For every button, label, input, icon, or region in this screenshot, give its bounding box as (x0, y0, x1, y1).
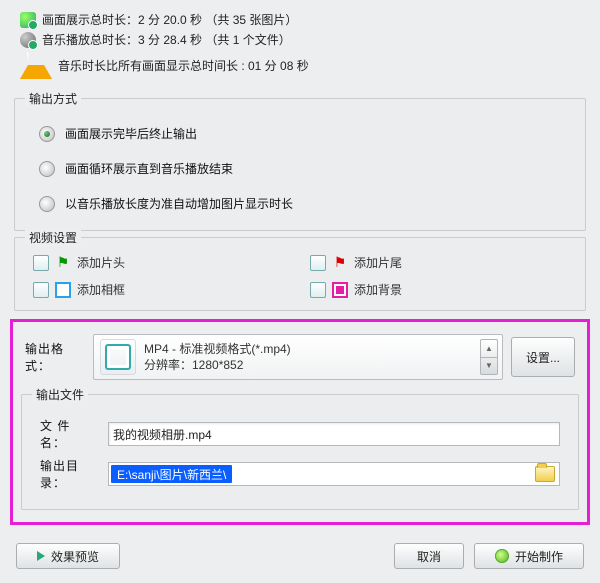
output-dir-input[interactable]: E:\sanji\图片\新西兰\ (108, 462, 560, 486)
gear-icon (495, 549, 509, 563)
radio-label: 画面展示完毕后终止输出 (65, 125, 197, 142)
bottom-button-bar: 效果预览 取消 开始制作 (0, 537, 600, 583)
settings-button-label: 设置... (526, 349, 560, 366)
add-head-option[interactable]: ⚑ 添加片头 (33, 254, 290, 271)
checkbox-icon (310, 282, 326, 298)
music-duration-text: 音乐播放总时长：3 分 28.4 秒 （共 1 个文件） (42, 31, 291, 48)
warning-icon (20, 49, 52, 79)
start-button-label: 开始制作 (515, 548, 563, 565)
radio-icon (39, 161, 55, 177)
filename-input[interactable] (108, 422, 560, 446)
start-button[interactable]: 开始制作 (474, 543, 584, 569)
output-mode-legend: 输出方式 (25, 90, 81, 107)
output-file-group: 输出文件 文 件 名： 输出目录： E:\sanji\图片\新西兰\ (21, 394, 579, 510)
preview-button-label: 效果预览 (51, 548, 99, 565)
radio-label: 以音乐播放长度为准自动增加图片显示时长 (65, 195, 293, 212)
output-mode-option-1[interactable]: 画面循环展示直到音乐播放结束 (39, 160, 567, 177)
chevron-up-icon: ▲ (481, 340, 497, 358)
background-icon (332, 282, 348, 298)
image-stack-icon (20, 12, 36, 28)
radio-label: 画面循环展示直到音乐播放结束 (65, 160, 233, 177)
add-tail-option[interactable]: ⚑ 添加片尾 (310, 254, 567, 271)
format-spinner[interactable]: ▲ ▼ (480, 339, 498, 375)
output-mode-option-2[interactable]: 以音乐播放长度为准自动增加图片显示时长 (39, 195, 567, 212)
radio-icon (39, 126, 55, 142)
play-icon (37, 551, 45, 561)
music-duration-line: 音乐播放总时长：3 分 28.4 秒 （共 1 个文件） (20, 31, 580, 48)
checkbox-icon (33, 282, 49, 298)
add-bg-label: 添加背景 (354, 281, 402, 298)
format-settings-button[interactable]: 设置... (511, 337, 575, 377)
format-line1: MP4 - 标准视频格式(*.mp4) (144, 341, 291, 357)
chevron-down-icon: ▼ (481, 358, 497, 375)
duration-warning-line: 音乐时长比所有画面显示总时间长 : 01 分 08 秒 (20, 51, 580, 79)
output-dir-label: 输出目录： (40, 457, 100, 491)
add-bg-option[interactable]: 添加背景 (310, 281, 567, 298)
output-dir-row: 输出目录： E:\sanji\图片\新西兰\ (40, 457, 560, 491)
checkbox-icon (33, 255, 49, 271)
mp4-format-icon (100, 339, 136, 375)
frame-icon (55, 282, 71, 298)
output-file-legend: 输出文件 (32, 386, 88, 403)
music-icon (20, 32, 36, 48)
output-format-label: 输出格式： (25, 340, 85, 374)
add-frame-option[interactable]: 添加相框 (33, 281, 290, 298)
display-duration-line: 画面展示总时长：2 分 20.0 秒 （共 35 张图片） (20, 11, 580, 28)
flag-green-icon: ⚑ (55, 255, 71, 271)
display-duration-text: 画面展示总时长：2 分 20.0 秒 （共 35 张图片） (42, 11, 297, 28)
summary-info: 画面展示总时长：2 分 20.0 秒 （共 35 张图片） 音乐播放总时长：3 … (0, 0, 600, 92)
format-line2: 分辨率：1280*852 (144, 357, 291, 373)
checkbox-icon (310, 255, 326, 271)
video-settings-group: 视频设置 ⚑ 添加片头 ⚑ 添加片尾 添加相框 添加背景 (14, 237, 586, 311)
add-head-label: 添加片头 (77, 254, 125, 271)
radio-icon (39, 196, 55, 212)
filename-label: 文 件 名： (40, 417, 100, 451)
output-format-selector[interactable]: MP4 - 标准视频格式(*.mp4) 分辨率：1280*852 ▲ ▼ (93, 334, 503, 380)
output-format-row: 输出格式： MP4 - 标准视频格式(*.mp4) 分辨率：1280*852 ▲… (25, 334, 575, 380)
cancel-button-label: 取消 (417, 548, 441, 565)
output-mode-group: 输出方式 画面展示完毕后终止输出 画面循环展示直到音乐播放结束 以音乐播放长度为… (14, 98, 586, 231)
preview-button[interactable]: 效果预览 (16, 543, 120, 569)
filename-row: 文 件 名： (40, 417, 560, 451)
cancel-button[interactable]: 取消 (394, 543, 464, 569)
video-settings-legend: 视频设置 (25, 229, 81, 246)
add-tail-label: 添加片尾 (354, 254, 402, 271)
duration-warning-text: 音乐时长比所有画面显示总时间长 : 01 分 08 秒 (58, 57, 309, 74)
highlighted-section: 输出格式： MP4 - 标准视频格式(*.mp4) 分辨率：1280*852 ▲… (10, 319, 590, 525)
output-mode-option-0[interactable]: 画面展示完毕后终止输出 (39, 125, 567, 142)
browse-folder-icon[interactable] (535, 466, 555, 482)
add-frame-label: 添加相框 (77, 281, 125, 298)
flag-red-icon: ⚑ (332, 255, 348, 271)
output-format-text: MP4 - 标准视频格式(*.mp4) 分辨率：1280*852 (144, 341, 291, 373)
output-dir-value: E:\sanji\图片\新西兰\ (111, 465, 232, 483)
